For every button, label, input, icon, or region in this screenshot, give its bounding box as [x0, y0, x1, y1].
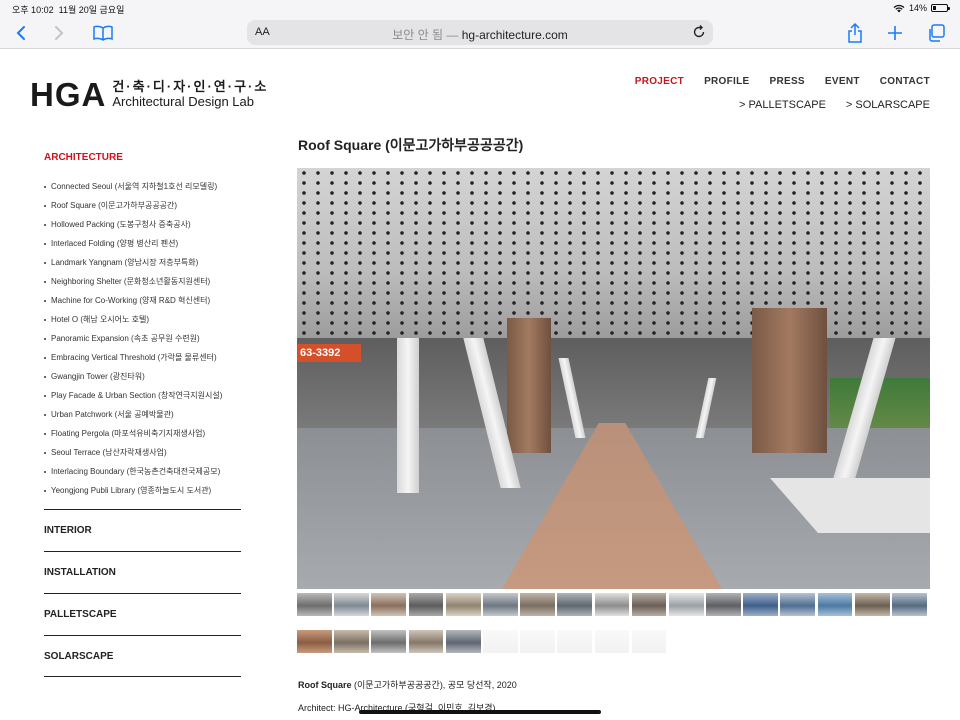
gallery-thumbnail[interactable]: [297, 593, 332, 616]
nav-contact[interactable]: CONTACT: [880, 76, 930, 87]
nav-profile[interactable]: PROFILE: [704, 76, 749, 87]
project-link[interactable]: Hollowed Packing (도봉구청사 증축공사): [44, 215, 241, 234]
gallery-thumbnail[interactable]: [706, 593, 741, 616]
hero-image[interactable]: 63-3392: [297, 168, 930, 589]
project-link[interactable]: Interlacing Boundary (한국농촌건축대전국제공모): [44, 462, 241, 481]
plus-icon[interactable]: [884, 22, 906, 44]
gallery-thumbnail[interactable]: [520, 593, 555, 616]
project-link[interactable]: Connected Seoul (서울역 지하철1호선 리모델링): [44, 177, 241, 196]
status-bar: 오후 10:02 11월 20일 금요일 14%: [0, 0, 960, 17]
project-link[interactable]: Yeongjong Publi Library (영종하늘도시 도서관): [44, 481, 241, 500]
gallery-thumbnail[interactable]: [743, 593, 779, 616]
project-link[interactable]: Landmark Yangnam (양남시장 저층부특화): [44, 253, 241, 272]
gallery-thumbnail[interactable]: [334, 593, 369, 616]
gallery-thumbnail[interactable]: [557, 593, 593, 616]
address-bar[interactable]: AA 보안 안 됨 — hg-architecture.com: [247, 20, 713, 45]
gallery-thumbnail[interactable]: [668, 593, 704, 616]
wifi-icon: [893, 4, 905, 12]
tabs-icon[interactable]: [925, 22, 947, 44]
project-link[interactable]: Neighboring Shelter (문화청소년활동지원센터): [44, 272, 241, 291]
gallery-thumbnail[interactable]: [780, 593, 816, 616]
project-link[interactable]: Gwangjin Tower (광진타워): [44, 367, 241, 386]
logo-korean: 건·축·디·자·인·연·구·소: [112, 79, 269, 94]
category-installation[interactable]: INSTALLATION: [44, 551, 241, 593]
category-solarscape[interactable]: SOLARSCAPE: [44, 635, 241, 677]
battery-icon: [931, 4, 950, 12]
share-icon[interactable]: [844, 22, 866, 44]
status-time: 오후 10:02 11월 20일 금요일: [12, 5, 125, 15]
nav-project[interactable]: PROJECT: [635, 76, 684, 87]
forward-icon[interactable]: [48, 22, 70, 44]
project-link[interactable]: Urban Patchwork (서울 공예박물관): [44, 405, 241, 424]
logo-english: Architectural Design Lab: [112, 94, 254, 109]
project-link[interactable]: Seoul Terrace (남산자락재생사업): [44, 443, 241, 462]
gallery-thumbnail-placeholder[interactable]: [631, 630, 667, 653]
project-link[interactable]: Interlaced Folding (양평 병산리 펜션): [44, 234, 241, 253]
logo-mark: HGA: [30, 76, 107, 113]
gallery-thumbnail[interactable]: [445, 593, 481, 616]
project-link[interactable]: Roof Square (이문고가하부공공공간): [44, 196, 241, 215]
gallery-thumbnail[interactable]: [408, 593, 444, 616]
home-indicator[interactable]: [359, 710, 601, 714]
nav-event[interactable]: EVENT: [825, 76, 860, 87]
gallery-thumbnail[interactable]: [445, 630, 481, 653]
project-link[interactable]: Floating Pergola (마포석유비축기지재생사업): [44, 424, 241, 443]
gallery-thumbnail[interactable]: [371, 593, 407, 616]
category-interior[interactable]: INTERIOR: [44, 509, 241, 551]
gallery-thumbnail[interactable]: [631, 593, 667, 616]
project-link[interactable]: Play Facade & Urban Section (창작연극지원시설): [44, 386, 241, 405]
main-nav: PROJECT PROFILE PRESS EVENT CONTACT: [635, 76, 930, 87]
reload-icon[interactable]: [691, 24, 707, 40]
category-architecture[interactable]: ARCHITECTURE: [44, 152, 241, 163]
nav-press[interactable]: PRESS: [770, 76, 805, 87]
project-link[interactable]: Hotel O (해남 오시어노 호텔): [44, 310, 241, 329]
status-right: 14%: [893, 3, 950, 13]
gallery-thumbnail-placeholder[interactable]: [594, 630, 630, 653]
project-list: Connected Seoul (서울역 지하철1호선 리모델링) Roof Sq…: [44, 177, 241, 500]
browser-toolbar: AA 보안 안 됨 — hg-architecture.com: [0, 17, 960, 49]
gallery-thumbnail[interactable]: [297, 630, 332, 653]
gallery-thumbnail[interactable]: [817, 593, 853, 616]
project-title: Roof Square (이문고가하부공공공간): [298, 137, 524, 153]
gallery-thumbnail[interactable]: [408, 630, 444, 653]
category-palletscape[interactable]: PALLETSCAPE: [44, 593, 241, 635]
site-logo[interactable]: HGA 건·축·디·자·인·연·구·소 Architectural Design…: [30, 78, 268, 111]
gallery-thumbnail[interactable]: [371, 630, 407, 653]
back-icon[interactable]: [10, 22, 32, 44]
gallery-thumbnail[interactable]: [594, 593, 630, 616]
project-caption: Roof Square (이문고가하부공공공간), 공모 당선작, 2020: [298, 680, 517, 690]
gallery-thumbnail[interactable]: [892, 593, 927, 616]
project-link[interactable]: Embracing Vertical Threshold (가락몰 물류센터): [44, 348, 241, 367]
bookmarks-icon[interactable]: [92, 22, 114, 44]
url-display[interactable]: 보안 안 됨 — hg-architecture.com: [247, 26, 713, 43]
sub-nav: > PALLETSCAPE > SOLARSCAPE: [739, 99, 930, 111]
subnav-palletscape[interactable]: > PALLETSCAPE: [739, 99, 826, 111]
subnav-solarscape[interactable]: > SOLARSCAPE: [846, 99, 930, 111]
project-link[interactable]: Panoramic Expansion (속초 공무원 수련원): [44, 329, 241, 348]
gallery-thumbnail[interactable]: [854, 593, 890, 616]
store-sign: 63-3392: [297, 344, 361, 362]
project-link[interactable]: Machine for Co-Working (양재 R&D 혁신센터): [44, 291, 241, 310]
gallery-thumbnail-placeholder[interactable]: [482, 630, 518, 653]
project-sidebar: ARCHITECTURE Connected Seoul (서울역 지하철1호선…: [44, 152, 241, 677]
gallery-thumbnail[interactable]: [482, 593, 518, 616]
gallery-thumbnail[interactable]: [334, 630, 369, 653]
gallery-thumbnail-placeholder[interactable]: [520, 630, 555, 653]
battery-percent: 14%: [908, 3, 927, 13]
thumbnail-strip: [297, 593, 933, 667]
gallery-thumbnail-placeholder[interactable]: [557, 630, 593, 653]
